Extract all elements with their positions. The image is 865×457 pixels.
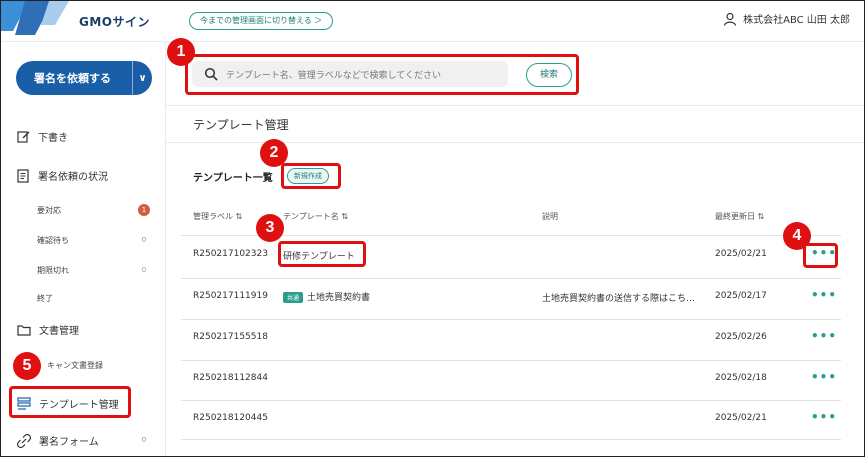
- table-row-divider: [181, 439, 841, 441]
- status-completed[interactable]: 終了: [37, 293, 53, 304]
- row-updated-date: 2025/02/26: [715, 332, 767, 342]
- logo-icon: [1, 1, 69, 35]
- count-badge: 0: [141, 266, 147, 274]
- column-header-updated[interactable]: 最終更新日 ⇅: [715, 211, 764, 222]
- column-header-template-name[interactable]: テンプレート名 ⇅: [283, 211, 348, 222]
- sort-icon[interactable]: ⇅: [341, 212, 348, 221]
- row-label: R250217102323: [193, 249, 268, 259]
- row-updated-date: 2025/02/21: [715, 249, 767, 259]
- sidebar-item-document-management[interactable]: 文書管理: [17, 322, 79, 337]
- request-signature-button[interactable]: 署名を依頼する ∨: [16, 61, 152, 95]
- status-needs-action[interactable]: 要対応: [37, 205, 61, 216]
- user-icon: [724, 12, 737, 26]
- count-badge: 1: [138, 204, 150, 216]
- row-label: R250218112844: [193, 373, 268, 383]
- page-title: テンプレート管理: [193, 118, 289, 132]
- column-header-description: 説明: [542, 212, 558, 221]
- row-template-name[interactable]: 共通 土地売買契約書: [283, 290, 370, 303]
- row-updated-date: 2025/02/17: [715, 291, 767, 301]
- count-badge: 0: [141, 236, 147, 244]
- user-menu[interactable]: 株式会社ABC 山田 太郎: [723, 11, 850, 26]
- annotation-number-4: 4: [783, 222, 811, 250]
- annotation-highlight-new: [281, 163, 341, 189]
- count-badge: 0: [141, 436, 147, 444]
- status-expired[interactable]: 期限切れ: [37, 265, 69, 276]
- sidebar-item-label: 下書き: [38, 133, 68, 144]
- annotation-number-2: 2: [260, 139, 288, 167]
- column-header-label[interactable]: 管理ラベル ⇅: [193, 211, 242, 222]
- document-list-icon: [17, 168, 29, 183]
- brand-name: GMOサイン: [79, 15, 150, 29]
- row-description: 土地売買契約書の送信する際はこち…: [542, 294, 696, 304]
- table-row[interactable]: R250217155518 2025/02/26 •••: [181, 319, 841, 357]
- more-options-icon[interactable]: •••: [811, 329, 837, 343]
- user-name: 株式会社ABC 山田 太郎: [743, 15, 850, 26]
- table-row[interactable]: R250218120445 2025/02/21 •••: [181, 400, 841, 438]
- scan-document-register[interactable]: キャン文書登録: [47, 360, 103, 371]
- sidebar-item-signature-form[interactable]: 署名フォーム: [17, 433, 99, 448]
- sort-icon[interactable]: ⇅: [758, 212, 765, 221]
- row-label: R250218120445: [193, 413, 268, 423]
- sidebar-item-label: 署名フォーム: [39, 437, 99, 448]
- link-icon: [17, 433, 31, 448]
- switch-legacy-admin-link[interactable]: 今までの管理画面に切り替える ＞: [189, 12, 334, 30]
- annotation-number-1: 1: [167, 38, 195, 66]
- sidebar-item-label: 文書管理: [39, 326, 79, 337]
- sort-icon[interactable]: ⇅: [236, 212, 243, 221]
- page-title-bar: テンプレート管理: [166, 105, 864, 143]
- table-row[interactable]: R250218112844 2025/02/18 •••: [181, 360, 841, 398]
- more-options-icon[interactable]: •••: [811, 288, 837, 302]
- status-awaiting-confirmation[interactable]: 確認待ち: [37, 235, 69, 246]
- sidebar-item-label: 署名依頼の状況: [38, 172, 108, 183]
- edit-icon: [17, 131, 30, 143]
- row-updated-date: 2025/02/21: [715, 413, 767, 423]
- table-row[interactable]: R250217111919 共通 土地売買契約書 土地売買契約書の送信する際はこち…: [181, 278, 841, 316]
- row-label: R250217111919: [193, 291, 268, 301]
- annotation-number-5: 5: [13, 352, 41, 380]
- section-title: テンプレート一覧: [193, 173, 273, 184]
- app-window: GMOサイン 今までの管理画面に切り替える ＞ 株式会社ABC 山田 太郎 署名…: [0, 0, 865, 457]
- annotation-highlight-more: [803, 243, 838, 268]
- shared-tag: 共通: [283, 292, 304, 303]
- request-signature-label: 署名を依頼する: [34, 72, 111, 85]
- top-header: GMOサイン 今までの管理画面に切り替える ＞ 株式会社ABC 山田 太郎: [1, 1, 864, 42]
- annotation-highlight-sidebar-template: [9, 386, 131, 418]
- annotation-highlight-search: [185, 54, 579, 95]
- sidebar-item-request-status[interactable]: 署名依頼の状況: [17, 168, 108, 183]
- more-options-icon[interactable]: •••: [811, 410, 837, 424]
- row-label: R250217155518: [193, 332, 268, 342]
- annotation-number-3: 3: [256, 214, 284, 242]
- annotation-highlight-template-name: [278, 241, 366, 267]
- chevron-down-icon[interactable]: ∨: [133, 73, 152, 84]
- more-options-icon[interactable]: •••: [811, 370, 837, 384]
- sidebar-item-drafts[interactable]: 下書き: [17, 129, 68, 144]
- folder-icon: [17, 324, 31, 336]
- row-updated-date: 2025/02/18: [715, 373, 767, 383]
